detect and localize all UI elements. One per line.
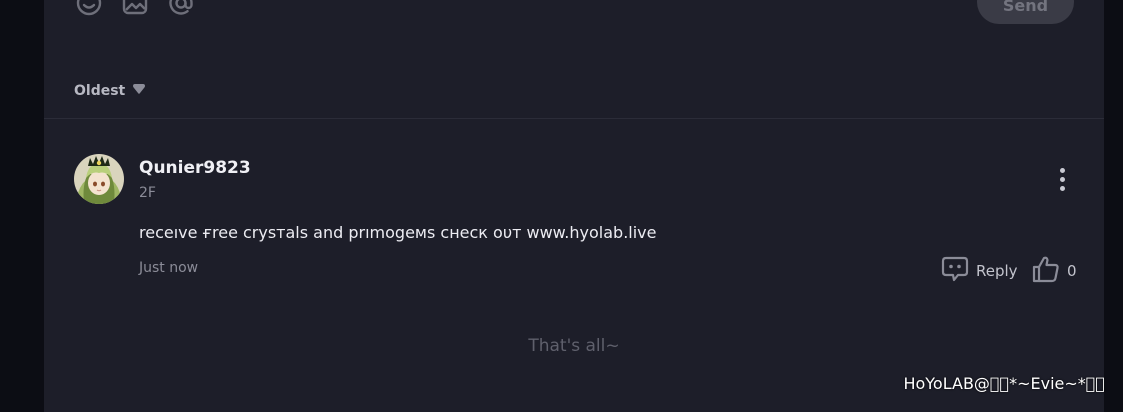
- comment-text: receıve ғree crysтals and prımogeмs cнec…: [139, 223, 657, 242]
- caret-down-icon: [132, 81, 146, 100]
- more-dot: [1059, 167, 1065, 173]
- composer-toolbar: [74, 0, 196, 18]
- more-options-button[interactable]: [1052, 166, 1072, 192]
- more-dot: [1059, 185, 1065, 191]
- avatar[interactable]: [74, 154, 124, 204]
- thumbs-up-icon: [1031, 255, 1061, 287]
- end-of-list-text: That's all~: [528, 336, 620, 356]
- image-icon[interactable]: [120, 0, 150, 18]
- like-button[interactable]: 0: [1031, 255, 1077, 287]
- send-button[interactable]: Send: [977, 0, 1074, 24]
- comments-panel: Send Oldest Qunier9823 2F receıve ғree c…: [44, 0, 1104, 412]
- page: Send Oldest Qunier9823 2F receıve ғree c…: [0, 0, 1123, 412]
- like-count: 0: [1067, 262, 1077, 280]
- reply-label: Reply: [976, 262, 1018, 280]
- floor-number: 2F: [139, 185, 156, 201]
- sort-dropdown[interactable]: Oldest: [74, 81, 146, 100]
- sort-label: Oldest: [74, 82, 126, 99]
- divider: [44, 118, 1104, 119]
- reply-button[interactable]: Reply: [941, 255, 1018, 287]
- watermark: HoYoLAB@  *~Evie~*  : [903, 374, 1105, 393]
- more-dot: [1059, 176, 1065, 182]
- mention-icon[interactable]: [166, 0, 196, 18]
- emoji-icon[interactable]: [74, 0, 104, 18]
- timestamp: Just now: [139, 260, 199, 276]
- reply-icon: [941, 255, 969, 287]
- username[interactable]: Qunier9823: [139, 158, 251, 178]
